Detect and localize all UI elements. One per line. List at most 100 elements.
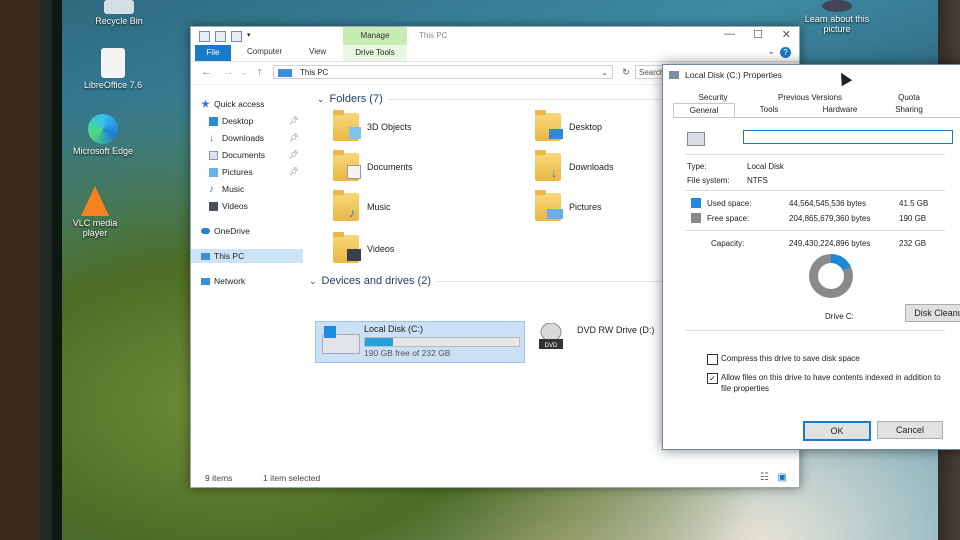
ok-button[interactable]: OK (803, 421, 871, 441)
nav-label: Quick access (214, 99, 265, 109)
desktop-icon-edge[interactable]: Microsoft Edge (68, 114, 138, 156)
tab-previous-versions[interactable]: Previous Versions (773, 93, 847, 102)
desktop-icon-vlc[interactable]: VLC media player (62, 186, 130, 238)
disk-cleanup-button[interactable]: Disk Cleanup (905, 304, 960, 322)
folder-pictures[interactable]: Pictures (535, 190, 602, 221)
tab-tools[interactable]: Tools (749, 105, 789, 114)
used-space-bytes: 44,564,545,536 bytes (789, 199, 866, 208)
monitor-icon (549, 129, 563, 139)
pictures-icon (209, 167, 218, 177)
expand-ribbon-icon[interactable]: ⌄ (767, 46, 775, 57)
nav-item-pictures[interactable]: Pictures 📌︎ (209, 165, 305, 179)
used-space-gb: 41.5 GB (899, 199, 929, 208)
nav-item-desktop[interactable]: Desktop 📌︎ (209, 114, 305, 128)
folder-label: Pictures (569, 202, 602, 212)
folder-videos-icon (333, 232, 361, 263)
tab-sharing[interactable]: Sharing (889, 105, 929, 114)
desktop-icon-label: Microsoft Edge (72, 146, 134, 156)
desktop-icon-learn-about-picture[interactable]: Learn about this picture (802, 0, 872, 34)
cancel-button[interactable]: Cancel (877, 421, 943, 439)
drive-label-input[interactable] (743, 130, 953, 144)
folder-downloads-icon: ↓ (535, 150, 561, 181)
address-bar[interactable]: This PC ⌄ (273, 65, 613, 79)
back-button[interactable]: ← (201, 66, 212, 78)
folder-documents[interactable]: Documents (333, 150, 413, 181)
help-icon[interactable]: ? (780, 47, 791, 58)
tab-drive-tools[interactable]: Drive Tools (343, 45, 407, 61)
drive-name: DVD RW Drive (D:) (577, 325, 655, 335)
tab-hardware[interactable]: Hardware (815, 105, 865, 114)
minimize-button[interactable]: — (724, 28, 735, 40)
tab-quota[interactable]: Quota (889, 93, 929, 102)
music-note-icon: ♪ (349, 206, 355, 220)
film-icon (347, 249, 361, 261)
folder-desktop[interactable]: Desktop (535, 110, 602, 141)
folder-videos[interactable]: Videos (333, 232, 394, 263)
desktop-icon-label: Learn about this picture (804, 14, 870, 34)
drive-local-disk-c[interactable]: Local Disk (C:) 190 GB free of 232 GB (315, 321, 525, 363)
properties-icon[interactable] (215, 31, 226, 42)
nav-item-network[interactable]: Network (201, 274, 305, 288)
compress-checkbox[interactable] (707, 354, 718, 365)
tab-file[interactable]: File (195, 45, 231, 61)
nav-item-quick-access[interactable]: Quick access (201, 97, 305, 111)
maximize-button[interactable]: ☐ (753, 28, 763, 41)
nav-label: This PC (214, 251, 245, 261)
tab-view[interactable]: View (309, 47, 326, 56)
nav-label: Videos (222, 201, 248, 211)
desktop-icon-recycle-bin[interactable]: Recycle Bin (84, 0, 154, 26)
folder-3d-objects[interactable]: 3D Objects (333, 110, 412, 141)
index-checkbox[interactable]: ✓ (707, 373, 718, 384)
recent-locations-button[interactable]: ⌄ (241, 68, 248, 77)
details-view-icon[interactable]: ☷ (760, 472, 769, 483)
status-bar: 9 items 1 item selected ☷ ▣ (191, 469, 799, 487)
folder-documents-icon (333, 150, 361, 181)
folder-music[interactable]: ♪ Music (333, 190, 391, 221)
camera-icon (822, 0, 852, 12)
vlc-cone-icon (81, 186, 109, 216)
general-tab-panel: Type: Local Disk File system: NTFS Used … (673, 117, 960, 418)
tab-general[interactable]: General (673, 103, 735, 118)
pc-icon[interactable] (199, 31, 210, 42)
hard-drive-icon (687, 132, 705, 146)
status-selected-count: 1 item selected (263, 473, 321, 483)
nav-item-onedrive[interactable]: OneDrive (201, 224, 305, 238)
customize-qat-icon[interactable]: ▾ (247, 31, 256, 40)
chevron-down-icon: ⌄ (309, 275, 317, 286)
nav-item-this-pc[interactable]: This PC (191, 249, 303, 263)
drive-letter-label: Drive C: (825, 312, 854, 321)
tab-computer[interactable]: Computer (247, 47, 282, 56)
pin-icon: 📌︎ (288, 150, 299, 159)
computer-icon (278, 69, 292, 77)
divider (685, 190, 945, 191)
index-label-line2: file properties (721, 384, 770, 393)
desktop-icon-libreoffice[interactable]: LibreOffice 7.6 (78, 48, 148, 90)
chevron-down-icon: ⌄ (317, 93, 325, 104)
nav-item-videos[interactable]: Videos (209, 199, 305, 213)
file-system-label: File system: (687, 176, 730, 185)
used-space-label: Used space: (707, 199, 752, 208)
close-button[interactable]: ✕ (782, 28, 791, 41)
chevron-down-icon[interactable]: ⌄ (601, 66, 608, 80)
nav-item-downloads[interactable]: ↓ Downloads 📌︎ (209, 131, 305, 145)
nav-label: Documents (222, 150, 265, 160)
large-icons-view-icon[interactable]: ▣ (778, 472, 787, 483)
tab-security[interactable]: Security (693, 93, 733, 102)
nav-item-music[interactable]: ♪ Music (209, 182, 305, 196)
nav-label: Downloads (222, 133, 265, 143)
drive-free-text: 190 GB free of 232 GB (364, 348, 451, 358)
new-folder-icon[interactable] (231, 31, 242, 42)
manage-tab[interactable]: Manage (343, 27, 407, 45)
capacity-gb: 232 GB (899, 239, 927, 248)
dvd-drive-icon: DVD (539, 323, 563, 349)
nav-item-documents[interactable]: Documents 📌︎ (209, 148, 305, 162)
up-button[interactable]: ↑ (257, 66, 263, 78)
nav-label: Network (214, 276, 246, 286)
network-icon (201, 277, 210, 285)
forward-button[interactable]: → (223, 66, 234, 78)
drive-usage-bar (364, 337, 520, 347)
capacity-label: Capacity: (711, 239, 745, 248)
folder-downloads[interactable]: ↓ Downloads (535, 150, 614, 181)
refresh-button[interactable]: ↻ (619, 65, 633, 79)
used-space-swatch (691, 198, 701, 208)
